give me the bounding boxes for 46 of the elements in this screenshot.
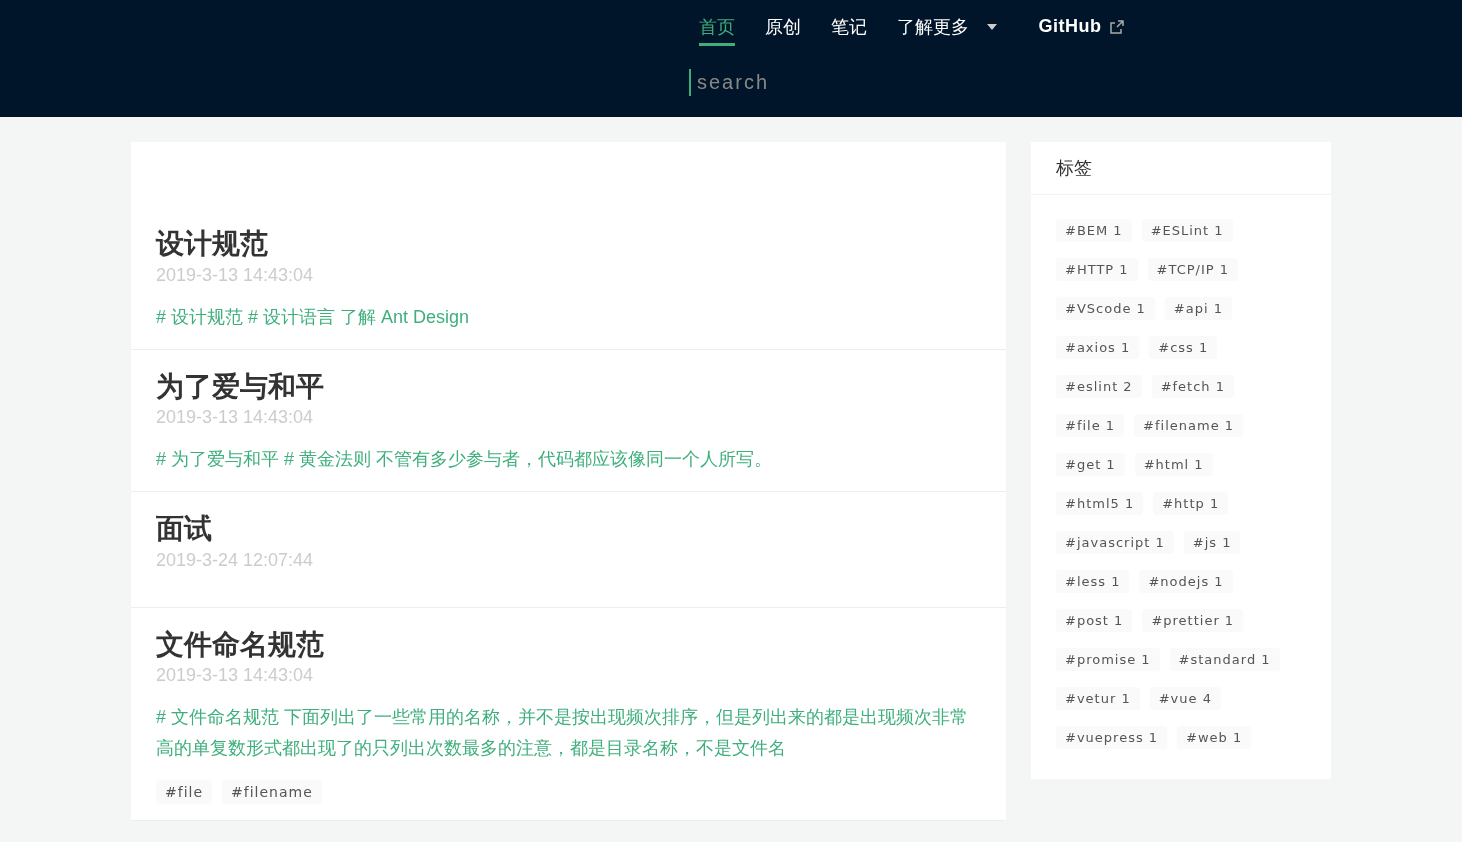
tag-chip[interactable]: #html5 1 [1056, 492, 1144, 515]
tag-chip[interactable]: #ESLint 1 [1141, 219, 1233, 242]
tag-chip[interactable]: #HTTP 1 [1056, 258, 1138, 281]
tag-chip[interactable]: #TCP/IP 1 [1147, 258, 1239, 281]
post-title[interactable]: 设计规范 [156, 227, 981, 261]
tag-chip[interactable]: #nodejs 1 [1139, 570, 1233, 593]
post-summary: # 文件命名规范 下面列出了一些常用的名称，并不是按出现频次排序，但是列出来的都是出现频次非常高的单复数形式都出现了的只列出次数最多的注意，都是目录名称，不是文件名 [156, 706, 969, 761]
tag-chip[interactable]: #vetur 1 [1056, 687, 1140, 710]
tag-chip[interactable]: #html 1 [1134, 453, 1213, 476]
search-field[interactable]: search [689, 69, 863, 96]
tag-chip[interactable]: #VScode 1 [1056, 297, 1155, 320]
tag-chip[interactable]: #promise 1 [1056, 648, 1160, 671]
tag-chip[interactable]: #vuepress 1 [1056, 726, 1168, 749]
post-tag[interactable]: #filename [222, 780, 322, 805]
tag-chip[interactable]: #axios 1 [1056, 336, 1140, 359]
post-summary: # 为了爱与和平 # 黄金法则 不管有多少参与者，代码都应该像同一个人所写。 [156, 448, 774, 472]
tag-chip[interactable]: #BEM 1 [1056, 219, 1132, 242]
tag-chip[interactable]: #less 1 [1056, 570, 1130, 593]
tag-chip[interactable]: #eslint 2 [1056, 375, 1142, 398]
tag-chip[interactable]: #http 1 [1153, 492, 1229, 515]
nav-link[interactable]: 了解更多 [896, 14, 997, 46]
tag-chip[interactable]: #javascript 1 [1056, 531, 1174, 554]
tag-chip[interactable]: #get 1 [1056, 453, 1125, 476]
external-link-icon [1109, 19, 1124, 34]
caret-icon [986, 23, 997, 30]
tag-chip[interactable]: #standard 1 [1169, 648, 1280, 671]
nav-link[interactable]: 笔记 [830, 14, 867, 46]
tag-chip[interactable]: #vue 4 [1149, 687, 1221, 710]
sidebar-title: 标签 [1031, 142, 1331, 195]
tag-chip[interactable]: #web 1 [1177, 726, 1252, 749]
post-title[interactable]: 为了爱与和平 [156, 369, 981, 404]
nav-link[interactable]: 原创 [764, 14, 801, 46]
post-tag[interactable]: #file [156, 780, 213, 805]
tag-chip[interactable]: #fetch 1 [1151, 375, 1234, 398]
tag-chip[interactable]: #filename 1 [1134, 414, 1244, 437]
tag-chip[interactable]: #post 1 [1056, 609, 1133, 632]
tag-chip[interactable]: #api 1 [1164, 297, 1232, 320]
post-title[interactable]: 文件命名规范 [156, 627, 981, 662]
nav-link[interactable]: GitHub [1038, 16, 1124, 44]
nav-link[interactable]: 首页 [698, 14, 735, 46]
tag-chip[interactable]: #js 1 [1183, 531, 1241, 554]
tag-chip[interactable]: #css 1 [1149, 336, 1218, 359]
post-summary: # 设计规范 # 设计语言 了解 Ant Design [156, 305, 471, 329]
tag-chip[interactable]: #prettier 1 [1142, 609, 1244, 632]
tag-chip[interactable]: #file 1 [1056, 414, 1125, 437]
post-title[interactable]: 面试 [156, 512, 981, 546]
